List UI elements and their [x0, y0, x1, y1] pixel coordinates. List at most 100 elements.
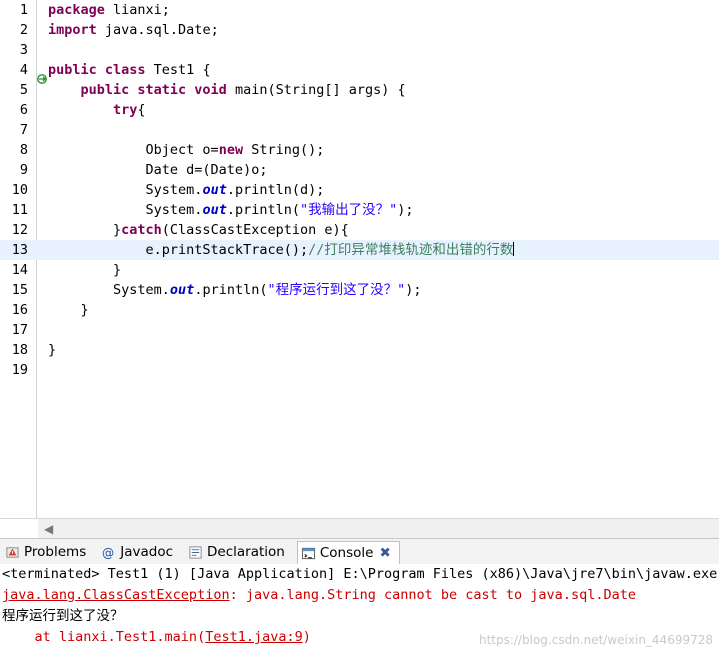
- code-line[interactable]: 16 }: [0, 300, 719, 320]
- code-token: String();: [251, 142, 325, 158]
- line-number: 14: [11, 262, 28, 278]
- bottom-view-tabbar[interactable]: Problems @ Javadoc Declaration Console ✖: [0, 538, 719, 565]
- exception-message: : java.lang.String cannot be cast to jav…: [229, 587, 636, 603]
- code-line[interactable]: 9 Date d=(Date)o;: [0, 160, 719, 180]
- code-token: }: [48, 262, 122, 278]
- stack-source-link[interactable]: Test1.java:9: [205, 629, 303, 645]
- code-token: package: [48, 2, 114, 18]
- line-number: 11: [11, 202, 28, 218]
- tab-close-icon[interactable]: ✖: [379, 545, 390, 561]
- text-caret: [513, 242, 515, 256]
- code-token: }: [48, 342, 57, 358]
- code-token: out: [202, 182, 227, 198]
- code-text: }: [48, 260, 121, 280]
- code-text: System.out.println(d);: [48, 180, 325, 200]
- code-line[interactable]: 12 }catch(ClassCastException e){: [0, 220, 719, 240]
- line-number: 6: [19, 102, 28, 118]
- code-token: }: [48, 302, 89, 318]
- code-line[interactable]: 10 System.out.println(d);: [0, 180, 719, 200]
- tab-javadoc[interactable]: @ Javadoc: [98, 541, 181, 563]
- stack-suffix: ): [302, 629, 311, 645]
- exception-type-link[interactable]: java.lang.ClassCastException: [2, 587, 230, 603]
- tab-declaration[interactable]: Declaration: [185, 541, 293, 563]
- tab-label: Console: [319, 545, 374, 561]
- line-number: 18: [11, 342, 28, 358]
- code-line[interactable]: 3: [0, 40, 719, 60]
- svg-text:@: @: [102, 546, 114, 560]
- code-token: "我输出了没？": [299, 202, 398, 218]
- console-exception-line: java.lang.ClassCastException: java.lang.…: [0, 585, 719, 606]
- editor-horizontal-scrollbar[interactable]: ◀: [0, 518, 719, 539]
- code-text: Object o=new String();: [48, 140, 325, 160]
- code-text: }catch(ClassCastException e){: [48, 220, 349, 240]
- code-line[interactable]: 2 import java.sql.Date;: [0, 20, 719, 40]
- code-token: main(String[] args) {: [234, 82, 406, 98]
- code-token: Test1 {: [153, 62, 211, 78]
- code-line[interactable]: 13 e.printStackTrace();//打印异常堆栈轨迹和出错的行数: [0, 240, 719, 260]
- tab-label: Javadoc: [120, 544, 174, 560]
- stack-prefix: at lianxi.Test1.main(: [2, 629, 206, 645]
- code-token: .println(d);: [226, 182, 325, 198]
- code-line[interactable]: 11 System.out.println("我输出了没？");: [0, 200, 719, 220]
- tab-label: Declaration: [207, 544, 285, 560]
- console-terminated-line: <terminated> Test1 (1) [Java Application…: [2, 566, 718, 582]
- code-token: "程序运行到这了没？": [267, 282, 406, 298]
- line-number: 12: [11, 222, 28, 238]
- code-text: package lianxi;: [48, 0, 170, 20]
- code-token: .println(: [194, 282, 268, 298]
- code-line[interactable]: 15 System.out.println("程序运行到这了没？");: [0, 280, 719, 300]
- code-line[interactable]: 1 package lianxi;: [0, 0, 719, 20]
- code-text: import java.sql.Date;: [48, 20, 219, 40]
- code-line[interactable]: 17: [0, 320, 719, 340]
- code-text: System.out.println("程序运行到这了没？");: [48, 280, 422, 300]
- code-token: //打印异常堆栈轨迹和出错的行数: [308, 242, 514, 258]
- tab-problems[interactable]: Problems: [2, 541, 94, 563]
- console-icon: [301, 547, 315, 560]
- line-number: 5: [19, 82, 28, 98]
- line-number: 4: [19, 62, 28, 78]
- code-token: e.printStackTrace();: [48, 242, 309, 258]
- code-token: {: [137, 102, 146, 118]
- code-line[interactable]: 14 }: [0, 260, 719, 280]
- scroll-left-arrow-icon[interactable]: ◀: [44, 522, 53, 536]
- line-number: 2: [19, 22, 28, 38]
- tab-console[interactable]: Console ✖: [296, 541, 400, 565]
- code-token: .println(: [226, 202, 300, 218]
- code-lines[interactable]: 1 package lianxi; 2 import java.sql.Date; 3 4…: [0, 0, 719, 518]
- code-token: );: [405, 282, 422, 298]
- code-token: public static void: [80, 82, 235, 98]
- javadoc-icon: @: [102, 546, 114, 560]
- code-line[interactable]: 5 public static void main(String[] args)…: [0, 80, 719, 100]
- line-number: 8: [19, 142, 28, 158]
- code-text: public class Test1 {: [48, 60, 211, 80]
- code-text: public static void main(String[] args) {: [48, 80, 406, 100]
- watermark-text: https://blog.csdn.net/weixin_44699728: [478, 633, 713, 647]
- code-token: System.: [48, 282, 170, 298]
- code-token: java.sql.Date;: [104, 22, 219, 38]
- code-token: new: [218, 142, 252, 158]
- code-token: );: [397, 202, 414, 218]
- code-text: }: [48, 340, 56, 360]
- line-number: 15: [11, 282, 28, 298]
- console-panel[interactable]: <terminated> Test1 (1) [Java Application…: [0, 564, 719, 666]
- code-text: e.printStackTrace();//打印异常堆栈轨迹和出错的行数: [48, 240, 515, 260]
- line-number: 9: [19, 162, 28, 178]
- line-number: 19: [11, 362, 28, 378]
- code-line[interactable]: 7: [0, 120, 719, 140]
- code-token: public class: [48, 62, 154, 78]
- line-number: 7: [19, 122, 28, 138]
- code-line[interactable]: 18}: [0, 340, 719, 360]
- code-token: System.: [48, 202, 203, 218]
- line-number: 10: [11, 182, 28, 198]
- code-line[interactable]: 4 public class Test1 {: [0, 60, 719, 80]
- code-token: (ClassCastException e){: [161, 222, 349, 238]
- code-line[interactable]: 8 Object o=new String();: [0, 140, 719, 160]
- code-token: try: [113, 102, 138, 118]
- line-number: 13: [11, 242, 28, 258]
- code-editor[interactable]: 1 package lianxi; 2 import java.sql.Date; 3 4…: [0, 0, 719, 518]
- line-number: 17: [11, 322, 28, 338]
- code-line[interactable]: 6 try{: [0, 100, 719, 120]
- code-line[interactable]: 19: [0, 360, 719, 380]
- scrollbar-left-pad: [0, 519, 38, 538]
